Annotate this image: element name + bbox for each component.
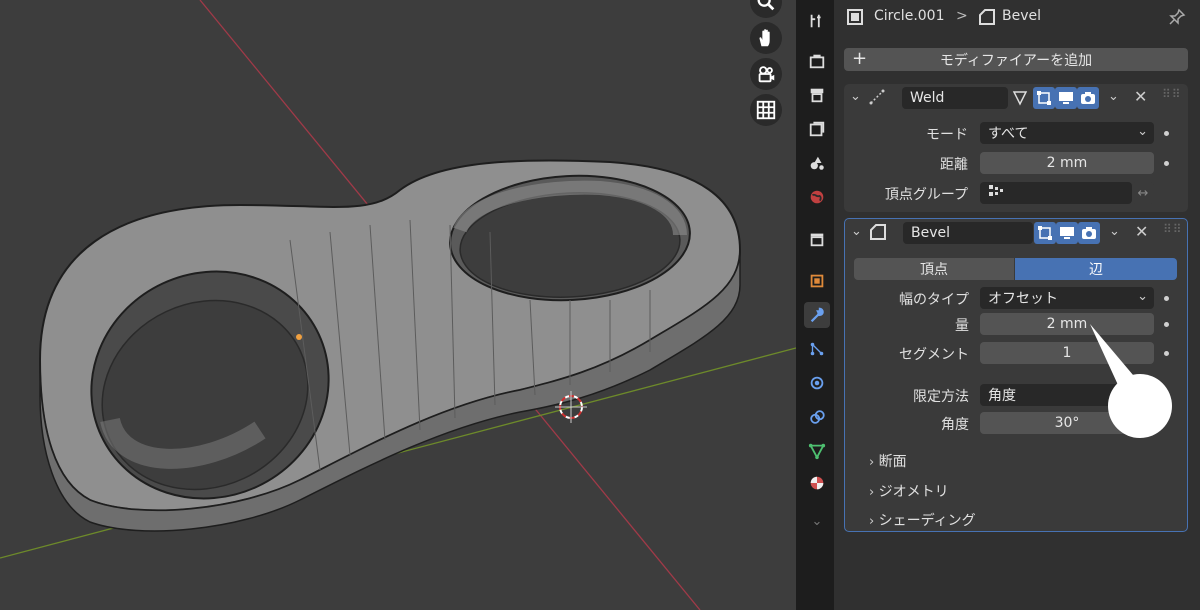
weld-distance-field[interactable]: 2 mm — [980, 152, 1154, 174]
output-icon[interactable] — [804, 82, 830, 108]
keyframe-dot-icon[interactable] — [1164, 131, 1169, 136]
weld-icon — [868, 88, 886, 110]
constraints-icon[interactable] — [804, 404, 830, 430]
chevron-down-icon: ⌄ — [1137, 124, 1148, 139]
plus-icon: + — [852, 48, 868, 69]
weld-mode-label: モード — [926, 127, 968, 143]
weld-mode-select[interactable]: すべて ⌄ — [980, 122, 1154, 144]
bevel-name-field[interactable]: Bevel — [903, 222, 1033, 244]
chevron-right-icon: › — [869, 514, 875, 529]
modifier-icon[interactable] — [804, 302, 830, 328]
viewport-display-icon[interactable] — [1055, 87, 1077, 109]
width-type-value: オフセット — [988, 291, 1058, 307]
render-camera-icon[interactable] — [1078, 222, 1100, 244]
edit-mode-toggle-icon[interactable] — [1009, 87, 1031, 109]
dropdown-chevron-icon[interactable]: ⌄ — [1108, 89, 1119, 104]
object-icon[interactable] — [804, 268, 830, 294]
render-camera-icon[interactable] — [1077, 87, 1099, 109]
invert-arrows-icon[interactable]: ↔ — [1132, 182, 1154, 204]
world-icon[interactable] — [804, 184, 830, 210]
section-profile[interactable]: › 断面 — [869, 451, 907, 471]
vertex-group-icon — [988, 183, 1004, 203]
render-icon[interactable] — [804, 48, 830, 74]
weld-mode-value: すべて — [988, 126, 1029, 142]
weld-name-field[interactable]: Weld — [902, 87, 1008, 109]
camera-icon[interactable] — [750, 58, 782, 90]
object-icon — [846, 8, 864, 30]
limit-method-value: 角度 — [988, 388, 1016, 404]
viewport-display-icon[interactable] — [1056, 222, 1078, 244]
breadcrumb-modifier-name: Bevel — [1002, 8, 1042, 24]
section-geometry[interactable]: › ジオメトリ — [869, 481, 949, 501]
collapse-chevron-icon[interactable]: ⌄ — [851, 224, 862, 239]
breadcrumb-separator: > — [956, 8, 968, 24]
width-type-label: 幅のタイプ — [899, 292, 969, 308]
section-profile-label: 断面 — [878, 454, 907, 470]
weld-vertex-group-field[interactable] — [980, 182, 1132, 204]
cage-toggle-icon[interactable] — [1034, 222, 1056, 244]
chevron-right-icon: › — [869, 455, 875, 470]
tool-icon[interactable] — [804, 8, 830, 34]
view-layer-icon[interactable] — [804, 116, 830, 142]
scene-render — [0, 0, 796, 610]
collection-icon[interactable] — [804, 226, 830, 252]
close-icon[interactable]: ✕ — [1134, 87, 1147, 106]
hand-pan-icon[interactable] — [750, 22, 782, 54]
collapse-chevron-icon[interactable]: ⌄ — [850, 89, 861, 104]
chevron-down-icon[interactable]: ⌄ — [804, 508, 830, 534]
section-shading-label: シェーディング — [878, 513, 976, 529]
scene-icon[interactable] — [804, 150, 830, 176]
section-geometry-label: ジオメトリ — [878, 484, 949, 500]
chevron-right-icon: › — [869, 485, 875, 500]
data-icon[interactable] — [804, 438, 830, 464]
breadcrumb-object-name: Circle.001 — [874, 8, 945, 24]
add-modifier-label: モディファイアーを追加 — [939, 52, 1093, 69]
physics-icon[interactable] — [804, 370, 830, 396]
bevel-icon — [978, 8, 996, 30]
touch-pointer-indicator — [1090, 324, 1172, 438]
breadcrumb: Circle.001 > Bevel — [834, 0, 1200, 34]
particles-icon[interactable] — [804, 336, 830, 362]
dropdown-chevron-icon[interactable]: ⌄ — [1109, 224, 1120, 239]
weld-distance-label: 距離 — [940, 157, 968, 173]
angle-label: 角度 — [941, 417, 969, 433]
bevel-icon — [869, 223, 887, 245]
section-shading[interactable]: › シェーディング — [869, 510, 976, 530]
chevron-down-icon: ⌄ — [1137, 289, 1148, 304]
segments-label: セグメント — [899, 347, 969, 363]
amount-label: 量 — [955, 318, 969, 334]
keyframe-dot-icon[interactable] — [1164, 161, 1169, 166]
3d-viewport[interactable] — [0, 0, 796, 610]
weld-modifier-panel: ⌄ Weld ⌄ ✕ ⠿⠿ モード すべて ⌄ 距離 2 mm 頂点グループ ↔ — [844, 84, 1188, 212]
affect-edges-tab[interactable]: 辺 — [1015, 258, 1177, 280]
width-type-select[interactable]: オフセット ⌄ — [980, 287, 1154, 309]
object-origin — [296, 334, 302, 340]
properties-editor: Circle.001 > Bevel + モディファイアーを追加 ⌄ Weld … — [834, 0, 1200, 610]
cage-toggle-icon[interactable] — [1033, 87, 1055, 109]
material-icon[interactable] — [804, 470, 830, 496]
affect-vertices-tab[interactable]: 頂点 — [854, 258, 1014, 280]
drag-handle-icon[interactable]: ⠿⠿ — [1163, 222, 1183, 236]
keyframe-dot-icon[interactable] — [1164, 296, 1169, 301]
bevel-mesh-object[interactable] — [38, 159, 742, 537]
limit-method-label: 限定方法 — [913, 389, 969, 405]
drag-handle-icon[interactable]: ⠿⠿ — [1162, 87, 1182, 101]
weld-vertex-group-label: 頂点グループ — [884, 187, 968, 203]
grid-icon[interactable] — [750, 94, 782, 126]
properties-tabs: ⌄ — [800, 0, 834, 610]
add-modifier-button[interactable]: + モディファイアーを追加 — [844, 48, 1188, 71]
pin-icon[interactable] — [1168, 8, 1186, 30]
close-icon[interactable]: ✕ — [1135, 222, 1148, 241]
